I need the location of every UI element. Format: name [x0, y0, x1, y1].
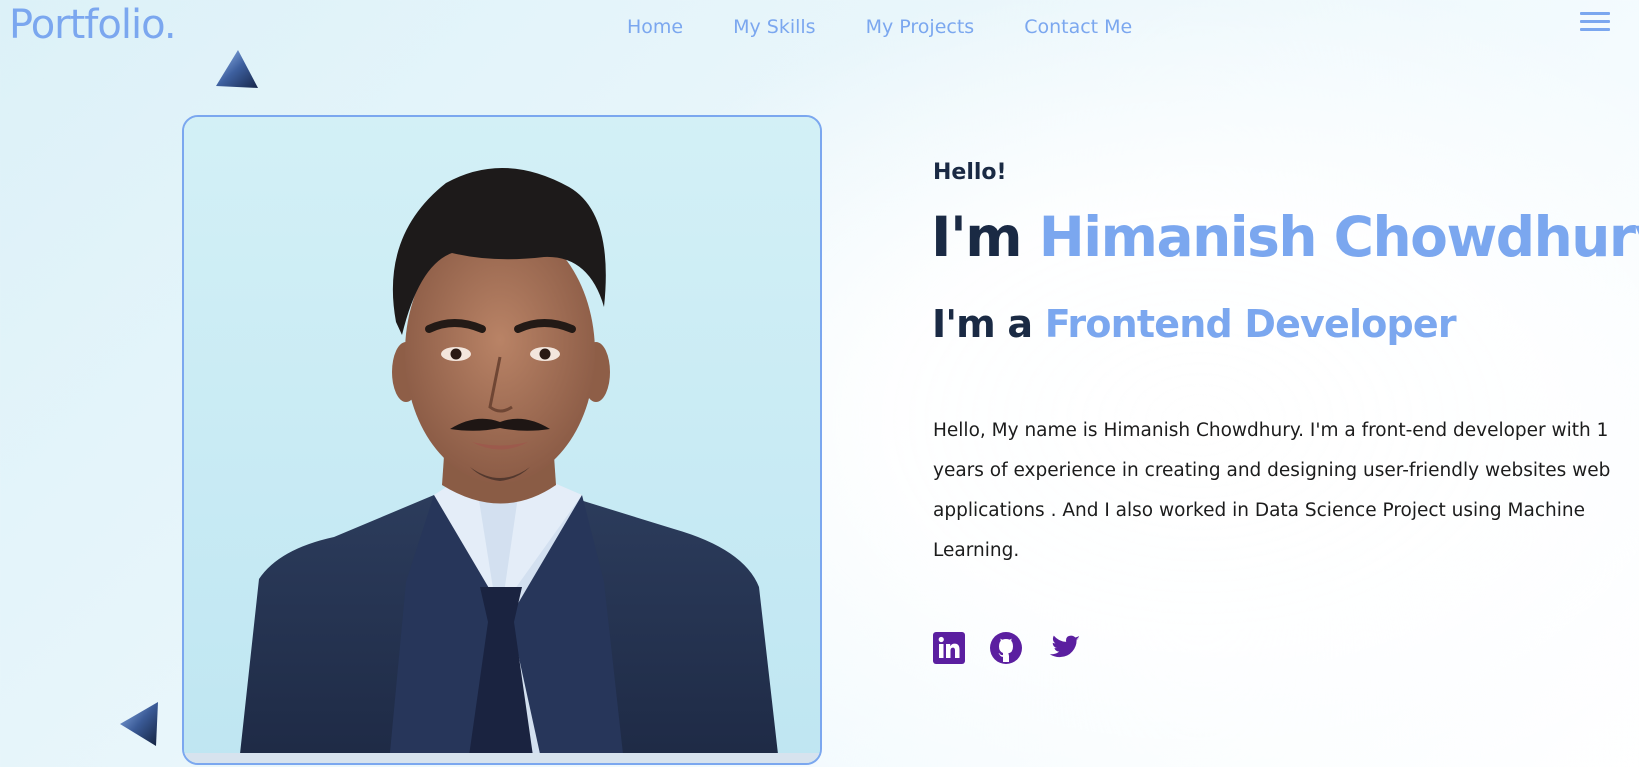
role-prefix: I'm a	[932, 302, 1033, 346]
triangle-decoration-bottom	[120, 702, 158, 746]
nav-my-projects[interactable]: My Projects	[866, 16, 975, 38]
nav-home[interactable]: Home	[627, 16, 683, 38]
logo[interactable]: Portfolio.	[9, 2, 177, 48]
twitter-icon[interactable]	[1047, 632, 1080, 664]
profile-photo	[182, 115, 822, 765]
triangle-decoration-top	[216, 50, 258, 88]
name-heading: I'm Himanish Chowdhury	[931, 205, 1639, 269]
role-highlight: Frontend Developer	[1044, 302, 1457, 346]
name-highlight: Himanish Chowdhury	[1038, 205, 1639, 269]
greeting: Hello!	[933, 160, 1007, 185]
main-nav: Home My Skills My Projects Contact Me	[627, 16, 1132, 38]
bio-text: Hello, My name is Himanish Chowdhury. I'…	[933, 419, 1611, 561]
nav-my-skills[interactable]: My Skills	[733, 16, 815, 38]
linkedin-icon[interactable]	[933, 632, 965, 664]
name-prefix: I'm	[931, 205, 1023, 269]
social-links	[933, 632, 1080, 664]
nav-contact-me[interactable]: Contact Me	[1024, 16, 1132, 38]
github-icon[interactable]	[990, 632, 1022, 664]
role-heading: I'm a Frontend Developer	[932, 302, 1457, 346]
hamburger-menu-icon[interactable]	[1580, 12, 1610, 36]
